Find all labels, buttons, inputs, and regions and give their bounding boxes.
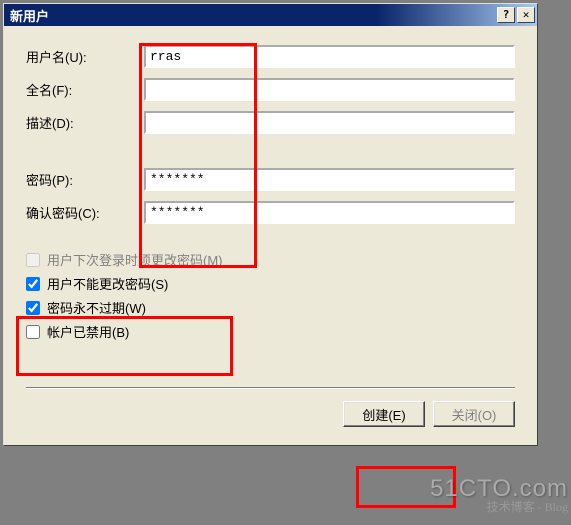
create-button[interactable]: 创建(E) bbox=[343, 401, 425, 427]
cannot-change-row[interactable]: 用户不能更改密码(S) bbox=[26, 274, 515, 293]
highlight-create bbox=[356, 466, 456, 508]
dialog-title: 新用户 bbox=[6, 6, 497, 25]
never-expire-row[interactable]: 密码永不过期(W) bbox=[26, 298, 515, 317]
description-label: 描述(D): bbox=[26, 113, 144, 132]
new-user-dialog: 新用户 ? ✕ 用户名(U): 全名(F): 描述(D): 密码(P): 确认密… bbox=[3, 3, 538, 446]
titlebar: 新用户 ? ✕ bbox=[4, 4, 537, 26]
account-disabled-row[interactable]: 帐户已禁用(B) bbox=[26, 322, 515, 341]
confirm-label: 确认密码(C): bbox=[26, 203, 144, 222]
password-input[interactable] bbox=[144, 168, 515, 191]
account-disabled-checkbox[interactable] bbox=[26, 325, 40, 339]
close-button[interactable]: ✕ bbox=[517, 7, 535, 23]
never-expire-checkbox[interactable] bbox=[26, 301, 40, 315]
must-change-checkbox bbox=[26, 253, 40, 267]
divider bbox=[26, 387, 515, 389]
close-dialog-button[interactable]: 关闭(O) bbox=[433, 401, 515, 427]
never-expire-label: 密码永不过期(W) bbox=[47, 298, 146, 317]
cannot-change-checkbox[interactable] bbox=[26, 277, 40, 291]
description-input[interactable] bbox=[144, 111, 515, 134]
username-label: 用户名(U): bbox=[26, 47, 144, 66]
account-disabled-label: 帐户已禁用(B) bbox=[47, 322, 129, 341]
username-input[interactable] bbox=[144, 45, 515, 68]
watermark-logo: 51CTO.com bbox=[430, 475, 568, 503]
fullname-label: 全名(F): bbox=[26, 80, 144, 99]
help-button[interactable]: ? bbox=[497, 7, 515, 23]
password-label: 密码(P): bbox=[26, 170, 144, 189]
must-change-row: 用户下次登录时须更改密码(M) bbox=[26, 250, 515, 269]
must-change-label: 用户下次登录时须更改密码(M) bbox=[47, 250, 223, 269]
fullname-input[interactable] bbox=[144, 78, 515, 101]
cannot-change-label: 用户不能更改密码(S) bbox=[47, 274, 168, 293]
confirm-input[interactable] bbox=[144, 201, 515, 224]
watermark-tagline: 技术博客 - Blog bbox=[487, 498, 568, 515]
